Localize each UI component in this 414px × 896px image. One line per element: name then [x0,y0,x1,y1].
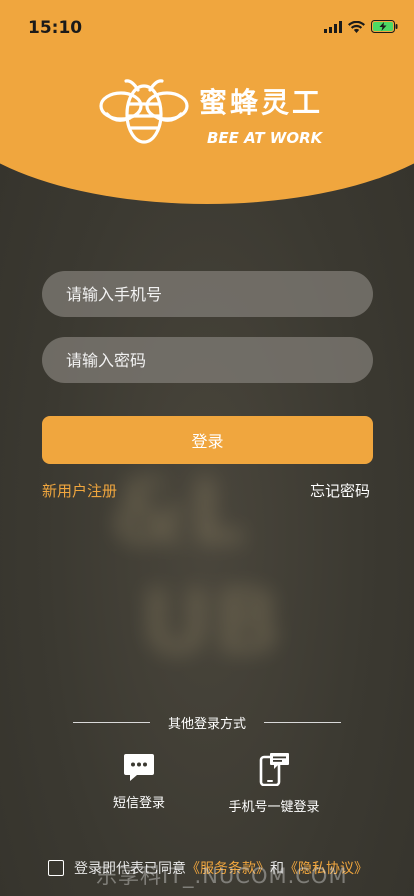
agreement-text: 登录即代表已同意 [74,861,186,877]
sms-login-label: 短信登录 [112,796,165,811]
register-link[interactable]: 新用户注册 [42,480,117,501]
login-screen: &L UB 15:10 蜜蜂灵工 BEE AT WORK 请输入手机号 登录 新… [0,0,414,896]
other-login-title: 其他登录方式 [167,717,246,732]
divider-right [264,722,341,723]
agreement-and-text: 和 [270,861,284,877]
password-input[interactable] [64,349,351,371]
background-image: &L UB [110,460,282,675]
status-icons [324,20,398,33]
service-terms-link[interactable]: 《服务条款》 [186,858,270,878]
forgot-password-link[interactable]: 忘记密码 [310,480,370,501]
login-button[interactable]: 登录 [42,416,373,464]
phone-input[interactable] [64,283,351,305]
bee-icon [99,79,189,144]
phone-message-icon [259,753,289,786]
app-logo: 蜜蜂灵工 BEE AT WORK [98,76,328,148]
password-input-field[interactable] [42,337,373,383]
one-click-login-label: 手机号一键登录 [228,800,320,815]
battery-charging-icon [371,20,398,33]
agreement-row: 登录即代表已同意 《服务条款》 和 《隐私协议》 [48,858,368,878]
sms-chat-icon [124,754,154,781]
brand-name-en: BEE AT WORK [207,129,323,147]
wifi-icon [348,20,365,33]
cellular-signal-icon [324,20,342,33]
divider-left [73,722,150,723]
brand-name-cn: 蜜蜂灵工 [199,86,324,119]
phone-input-field[interactable] [42,271,373,317]
privacy-policy-link[interactable]: 《隐私协议》 [284,858,368,878]
status-time: 15:10 [28,18,83,38]
sms-login-option[interactable]: 短信登录 [99,752,179,811]
agreement-checkbox[interactable] [48,860,64,876]
one-click-login-option[interactable]: 手机号一键登录 [222,752,326,815]
status-bar: 15:10 [0,0,414,50]
